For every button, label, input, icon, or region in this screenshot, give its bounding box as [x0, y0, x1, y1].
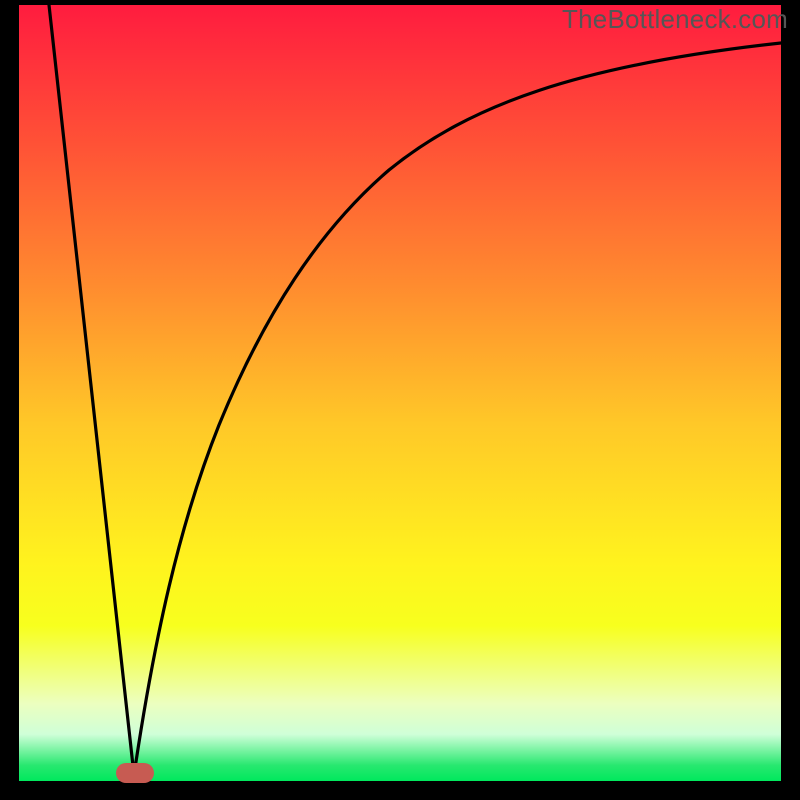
chart-area: [19, 5, 781, 781]
chart-lines: [19, 5, 781, 781]
curve-path: [49, 5, 781, 775]
optimal-point-marker: [116, 763, 154, 783]
watermark-text: TheBottleneck.com: [562, 4, 788, 35]
